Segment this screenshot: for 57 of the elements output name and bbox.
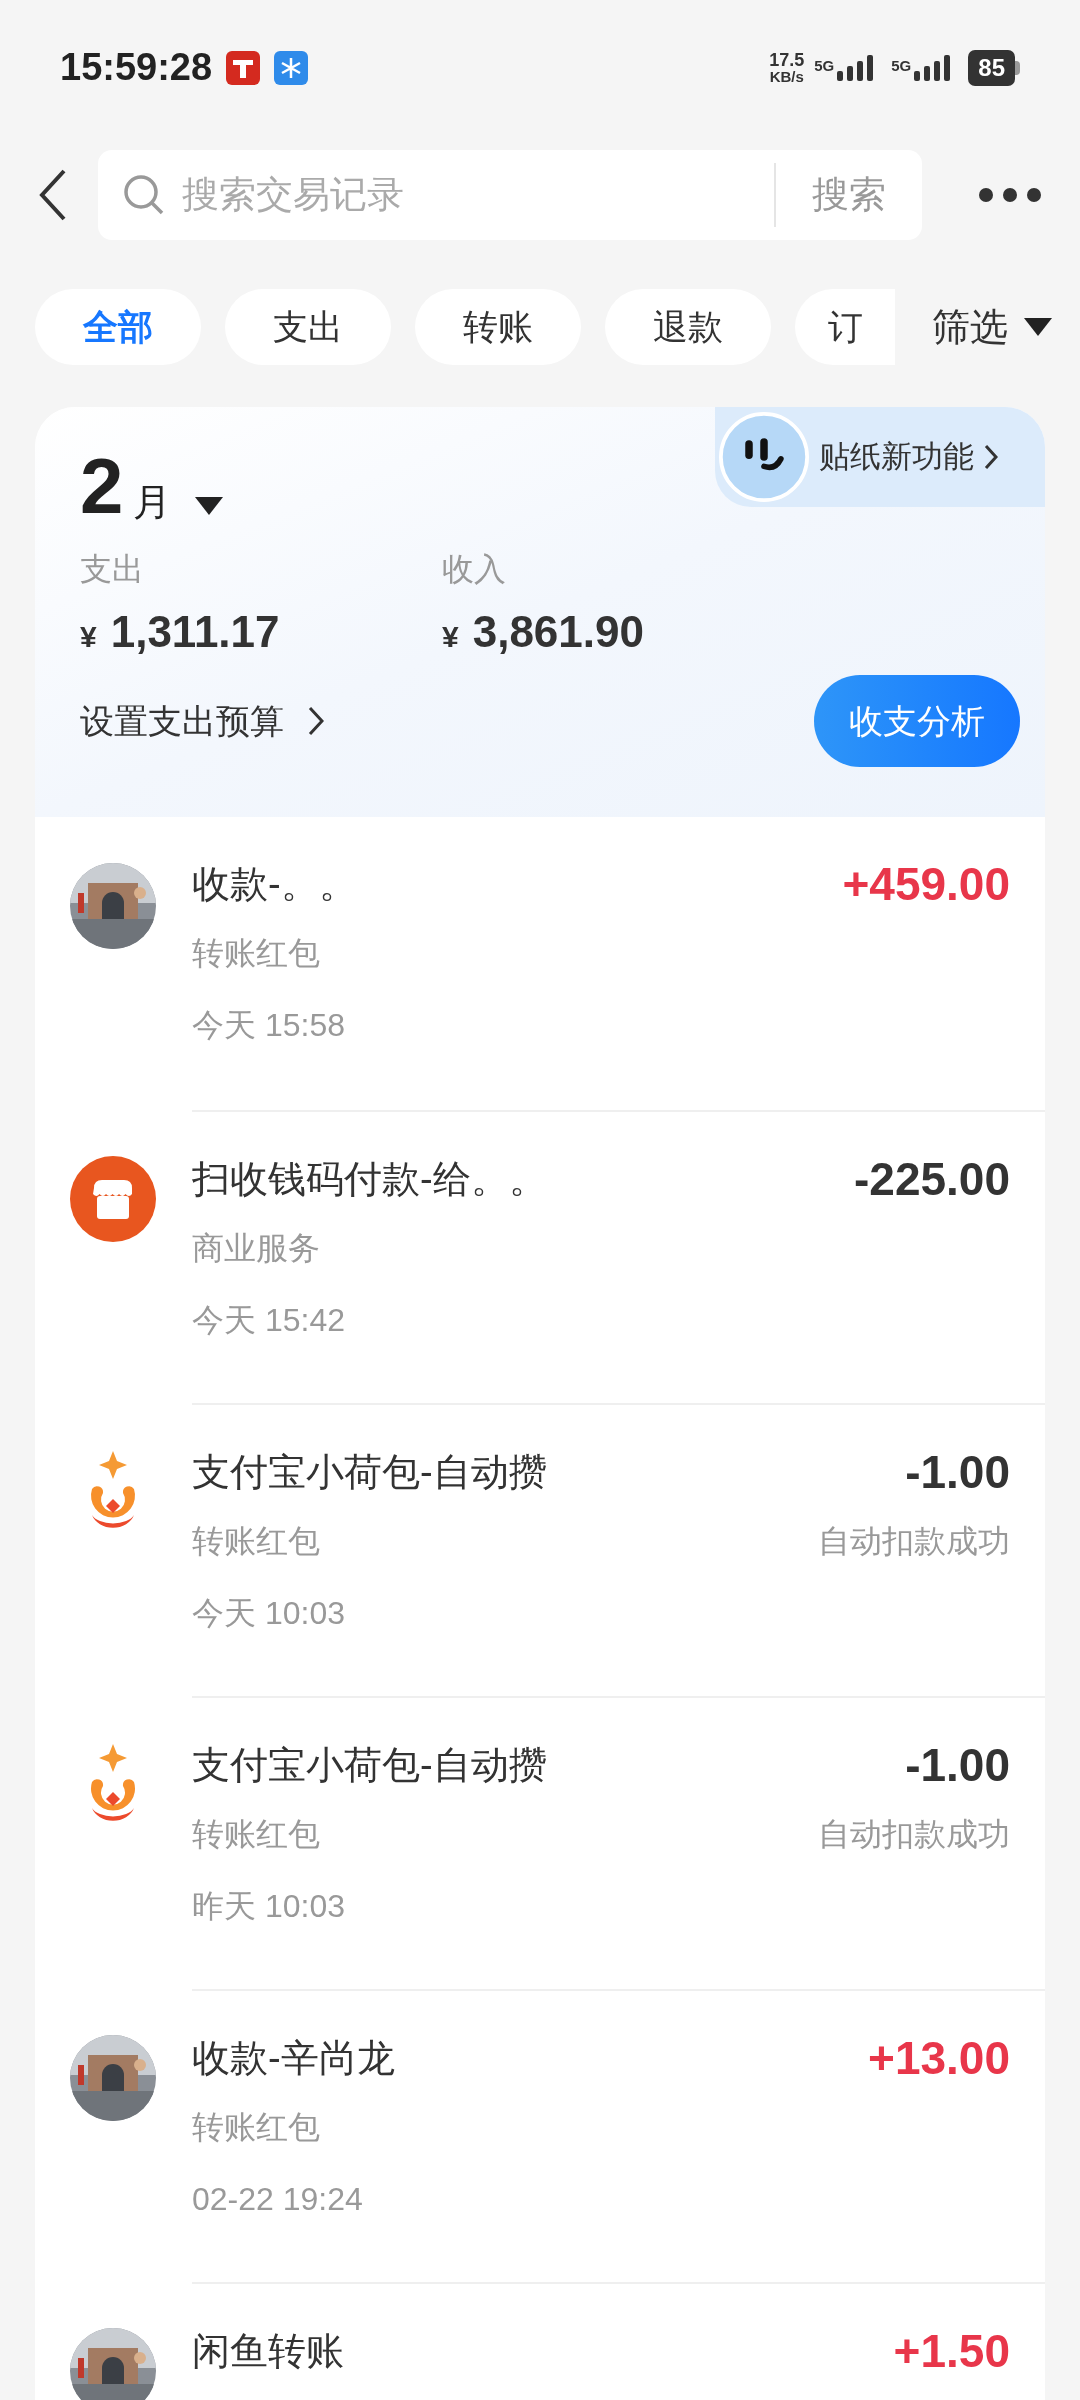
chevron-right-icon bbox=[984, 444, 998, 470]
caret-icon[interactable] bbox=[1024, 318, 1052, 336]
currency-symbol: ¥ bbox=[80, 619, 97, 655]
filter-tab[interactable]: 退款 bbox=[605, 289, 771, 365]
filter-tab[interactable]: 转账 bbox=[415, 289, 581, 365]
transaction-category: 转账红包 bbox=[192, 934, 321, 973]
transaction-time: 02-22 19:24 bbox=[192, 2180, 364, 2219]
month-unit[interactable]: 月 bbox=[133, 483, 172, 521]
network-speed: 17.5 bbox=[769, 51, 805, 69]
transaction-category: 商业服务 bbox=[192, 1229, 321, 1268]
filter-label[interactable]: 筛选 bbox=[932, 298, 1008, 356]
transaction-status: 自动扣款成功 bbox=[818, 1522, 1010, 1561]
currency-symbol: ¥ bbox=[442, 619, 459, 655]
filter-tab[interactable]: 支出 bbox=[225, 289, 391, 365]
budget-link[interactable]: 设置支出预算 bbox=[80, 695, 284, 747]
analysis-button[interactable]: 收支分析 bbox=[814, 675, 1020, 767]
transaction-category: 转账红包 bbox=[192, 1522, 321, 1561]
sticker-banner[interactable]: 贴纸新功能 bbox=[715, 407, 1045, 507]
transaction-title[interactable]: 收款-辛尚龙 bbox=[192, 2033, 395, 2083]
transaction-title[interactable]: 闲鱼转账 bbox=[192, 2326, 344, 2376]
month-number[interactable]: 2 bbox=[80, 447, 124, 525]
transaction-time: 今天 15:42 bbox=[192, 1301, 346, 1340]
expense-label: 支出 bbox=[80, 550, 145, 589]
transaction-category: 转账红包 bbox=[192, 2108, 321, 2147]
transaction-title[interactable]: 支付宝小荷包-自动攒 bbox=[192, 1447, 547, 1497]
filter-tab[interactable]: 订 bbox=[795, 289, 895, 365]
transaction-category: 转账红包 bbox=[192, 1815, 321, 1854]
transaction-amount: +13.00 bbox=[868, 2033, 1010, 2083]
transaction-title[interactable]: 支付宝小荷包-自动攒 bbox=[192, 1740, 547, 1790]
transaction-title[interactable]: 扫收钱码付款-给。。 bbox=[192, 1154, 547, 1204]
transaction-amount: +459.00 bbox=[842, 859, 1010, 909]
smiley-icon bbox=[719, 412, 809, 502]
income-amount: 3,861.90 bbox=[472, 606, 644, 658]
app-icon bbox=[226, 50, 261, 85]
transaction-status: 自动扣款成功 bbox=[818, 1815, 1010, 1854]
back-icon[interactable] bbox=[38, 169, 68, 221]
transaction-amount: -1.00 bbox=[905, 1447, 1010, 1497]
expense-amount: 1,311.17 bbox=[110, 606, 280, 658]
transaction-time: 今天 15:58 bbox=[192, 1006, 346, 1045]
transaction-time: 今天 10:03 bbox=[192, 1594, 346, 1633]
transaction-amount: -225.00 bbox=[854, 1154, 1010, 1204]
chevron-right-icon[interactable] bbox=[308, 706, 324, 736]
transaction-time: 昨天 10:03 bbox=[192, 1887, 346, 1926]
more-icon[interactable] bbox=[978, 187, 1042, 203]
transaction-title[interactable]: 收款-。。 bbox=[192, 859, 357, 909]
status-time: 15:59:28 bbox=[60, 45, 213, 90]
snowflake-icon bbox=[274, 50, 309, 85]
network-type: 5G bbox=[891, 55, 912, 76]
income-label: 收入 bbox=[442, 550, 507, 589]
network-type: 5G bbox=[814, 55, 835, 76]
shop-icon bbox=[70, 1156, 156, 1242]
transaction-amount: +1.50 bbox=[893, 2326, 1010, 2376]
caret-icon[interactable] bbox=[195, 497, 224, 515]
transaction-amount: -1.00 bbox=[905, 1740, 1010, 1790]
search-icon bbox=[122, 173, 166, 217]
speed-unit: KB/s bbox=[769, 69, 804, 84]
filter-tab[interactable]: 全部 bbox=[35, 289, 201, 365]
